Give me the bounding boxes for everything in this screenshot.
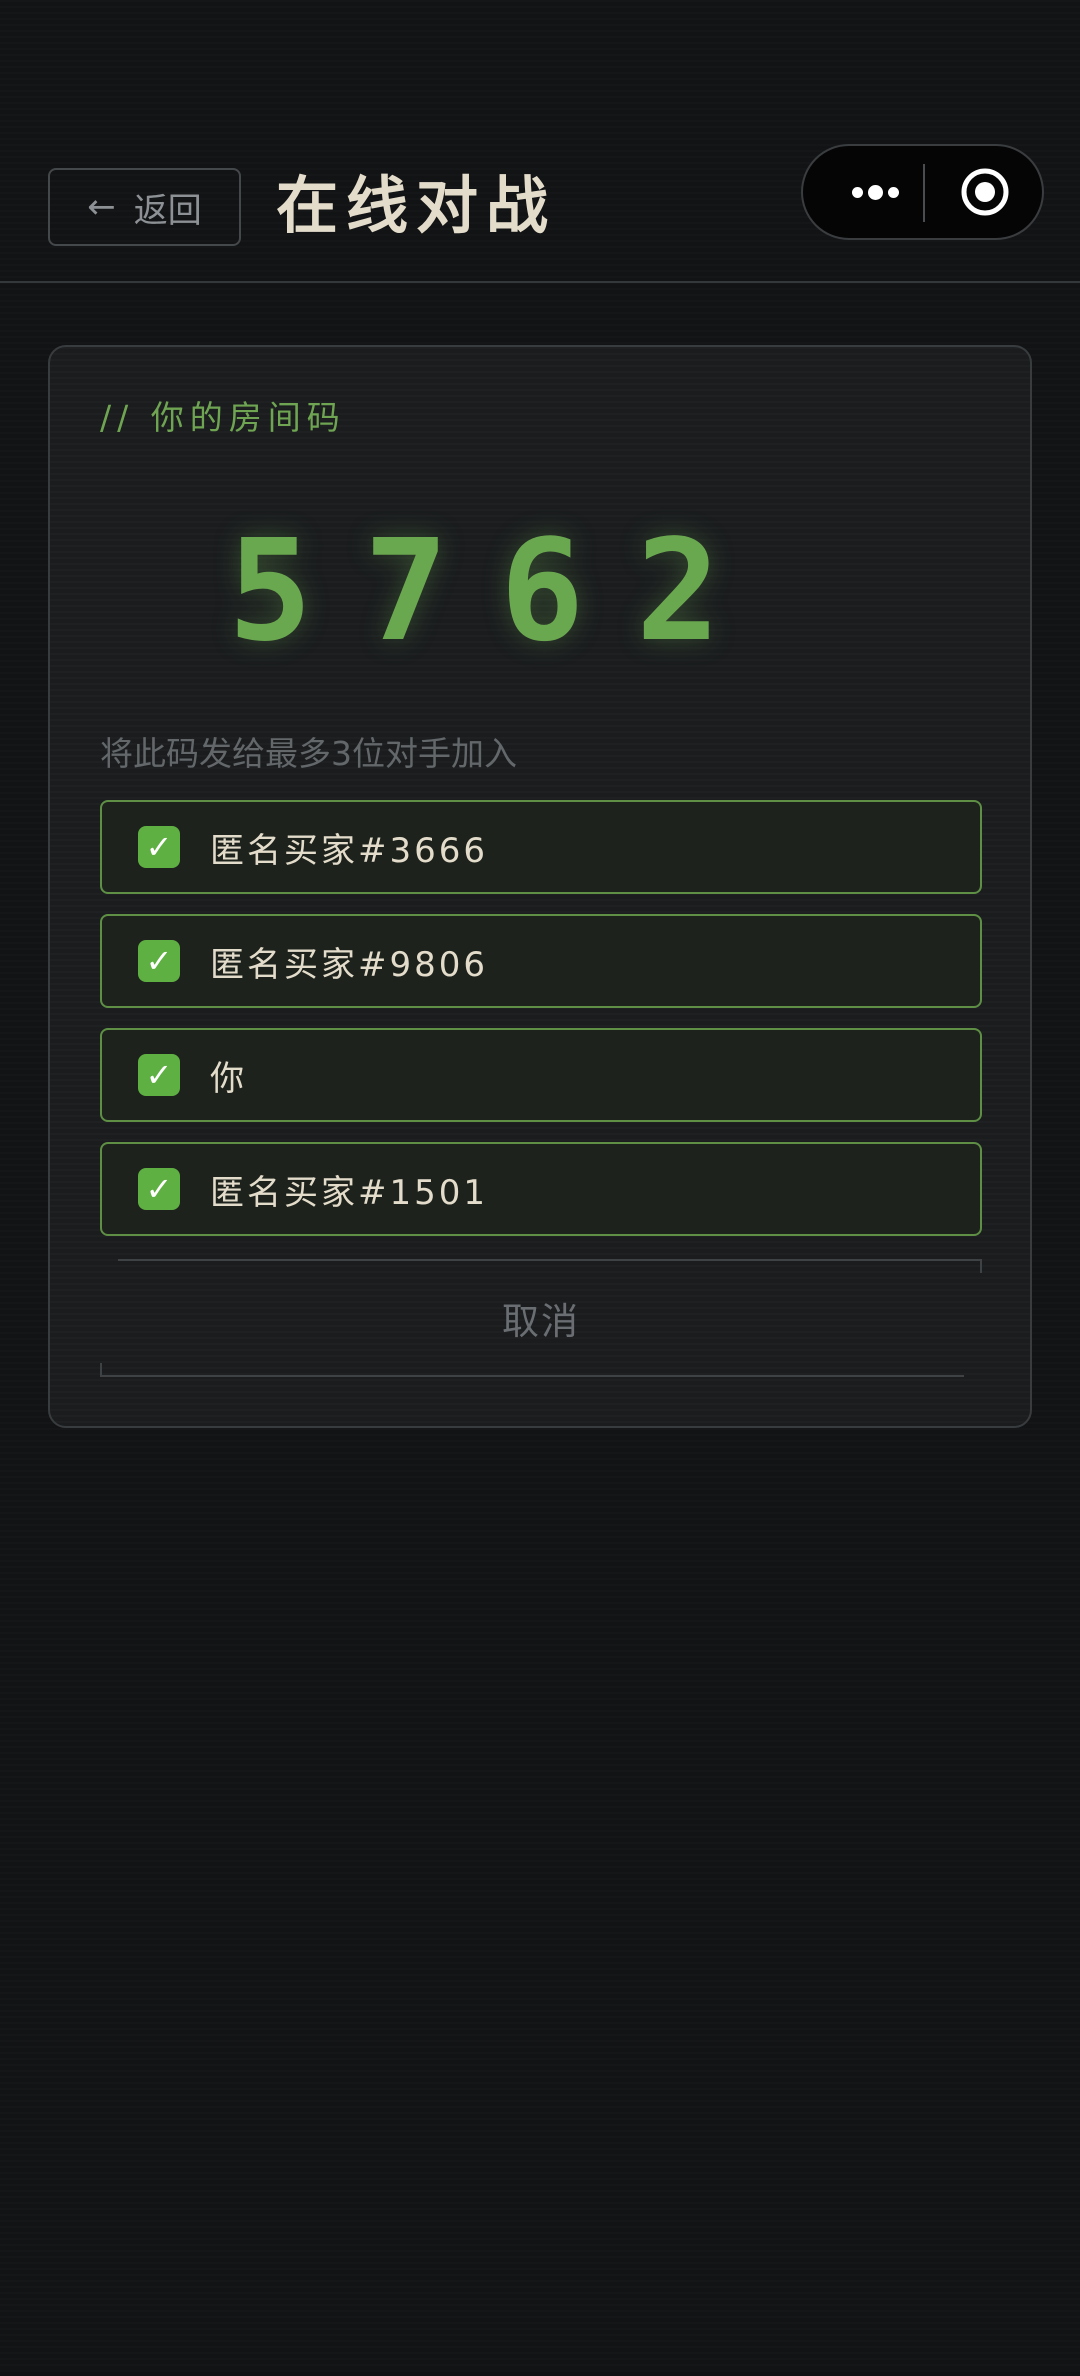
check-mark-icon: ✓ [138, 1168, 180, 1210]
player-list: ✓ 匿名买家#3666 ✓ 匿名买家#9806 ✓ 你 ✓ 匿名买家#1501 [100, 800, 982, 1256]
check-mark-icon: ✓ [138, 1054, 180, 1096]
share-hint: 将此码发给最多3位对手加入 [100, 734, 517, 773]
more-dots-icon[interactable] [835, 146, 915, 238]
check-mark-icon: ✓ [138, 940, 180, 982]
player-item: ✓ 匿名买家#1501 [100, 1142, 982, 1236]
player-item: ✓ 匿名买家#3666 [100, 800, 982, 894]
player-name: 匿名买家#1501 [210, 1172, 489, 1213]
cancel-label: 取消 [502, 1300, 580, 1343]
arrow-left-icon: ← [87, 187, 116, 227]
mini-program-capsule [801, 144, 1044, 240]
room-code-label: // 你的房间码 [100, 398, 346, 437]
player-name: 你 [210, 1058, 247, 1099]
back-button-label: 返回 [133, 190, 202, 231]
target-circle-icon[interactable] [960, 167, 1010, 217]
cancel-button[interactable]: 取消 [100, 1259, 982, 1377]
player-name: 匿名买家#9806 [210, 944, 489, 985]
page-title: 在线对战 [276, 169, 557, 242]
room-code-digit: 6 [500, 510, 585, 673]
nav-header: ← 返回 在线对战 [0, 0, 1080, 283]
room-code: 5 7 6 2 [50, 517, 1034, 667]
player-item: ✓ 你 [100, 1028, 982, 1122]
room-code-digit: 2 [636, 510, 721, 673]
check-mark-icon: ✓ [138, 826, 180, 868]
player-item: ✓ 匿名买家#9806 [100, 914, 982, 1008]
capsule-divider [923, 164, 925, 222]
room-code-digit: 5 [228, 510, 313, 673]
player-name: 匿名买家#3666 [210, 830, 489, 871]
room-card: // 你的房间码 5 7 6 2 将此码发给最多3位对手加入 ✓ 匿名买家#36… [48, 345, 1032, 1428]
room-code-digit: 7 [364, 510, 449, 673]
back-button[interactable]: ← 返回 [48, 168, 241, 246]
